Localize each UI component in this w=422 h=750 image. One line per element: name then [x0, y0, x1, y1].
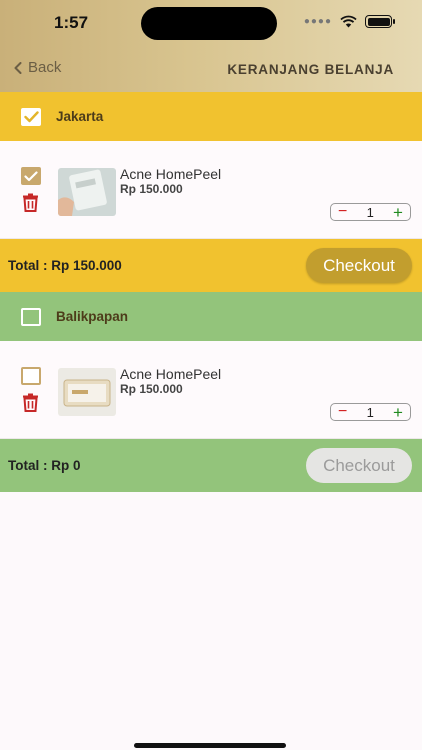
dynamic-island — [141, 7, 277, 40]
product-name: Acne HomePeel — [120, 166, 222, 182]
check-icon — [23, 110, 39, 122]
battery-icon — [365, 15, 395, 28]
decrease-button[interactable]: − — [338, 204, 347, 220]
cart-item: Acne HomePeel Rp 150.000 − 1 + — [0, 341, 422, 439]
app-header: 1:57 ●●●● Back KERANJANG BELANJA — [0, 0, 422, 92]
trash-icon[interactable] — [22, 193, 39, 212]
increase-button[interactable]: + — [393, 404, 403, 421]
product-price: Rp 150.000 — [120, 382, 183, 396]
group-name: Balikpapan — [56, 309, 129, 324]
product-name: Acne HomePeel — [120, 366, 222, 382]
product-price: Rp 150.000 — [120, 182, 183, 196]
store-group-header-balikpapan: Balikpapan — [0, 292, 422, 341]
status-time: 1:57 — [54, 13, 89, 32]
home-indicator — [134, 743, 286, 748]
trash-icon[interactable] — [22, 393, 39, 412]
status-icons: ●●●● — [303, 15, 395, 28]
increase-button[interactable]: + — [393, 204, 403, 221]
total-bar-jakarta: Total : Rp 150.000 Checkout — [0, 239, 422, 292]
check-icon — [24, 170, 38, 181]
quantity-stepper: − 1 + — [330, 403, 411, 421]
product-image — [58, 168, 116, 216]
wifi-icon — [340, 15, 357, 28]
cart-item: Acne HomePeel Rp 150.000 − 1 + — [0, 141, 422, 239]
back-button[interactable]: Back — [14, 59, 61, 76]
store-group-header-jakarta: Jakarta — [0, 92, 422, 141]
group-checkbox-balikpapan[interactable] — [21, 307, 41, 326]
item-checkbox[interactable] — [21, 167, 41, 185]
checkout-button[interactable]: Checkout — [306, 448, 412, 483]
group-name: Jakarta — [56, 109, 104, 124]
total-label: Total : Rp 150.000 — [8, 258, 122, 273]
quantity-value: 1 — [366, 404, 374, 420]
cart-screen: 1:57 ●●●● Back KERANJANG BELANJA Jakarta — [0, 0, 422, 750]
quantity-stepper: − 1 + — [330, 203, 411, 221]
chevron-left-icon — [14, 61, 22, 74]
signal-icon: ●●●● — [303, 16, 332, 27]
back-label: Back — [28, 59, 62, 76]
decrease-button[interactable]: − — [338, 404, 347, 420]
total-label: Total : Rp 0 — [8, 458, 81, 473]
total-bar-balikpapan: Total : Rp 0 Checkout — [0, 439, 422, 492]
item-checkbox[interactable] — [21, 367, 41, 385]
page-title: KERANJANG BELANJA — [227, 62, 394, 77]
quantity-value: 1 — [366, 204, 374, 220]
checkout-button[interactable]: Checkout — [306, 248, 412, 283]
product-image — [58, 368, 116, 416]
group-checkbox-jakarta[interactable] — [21, 107, 41, 126]
